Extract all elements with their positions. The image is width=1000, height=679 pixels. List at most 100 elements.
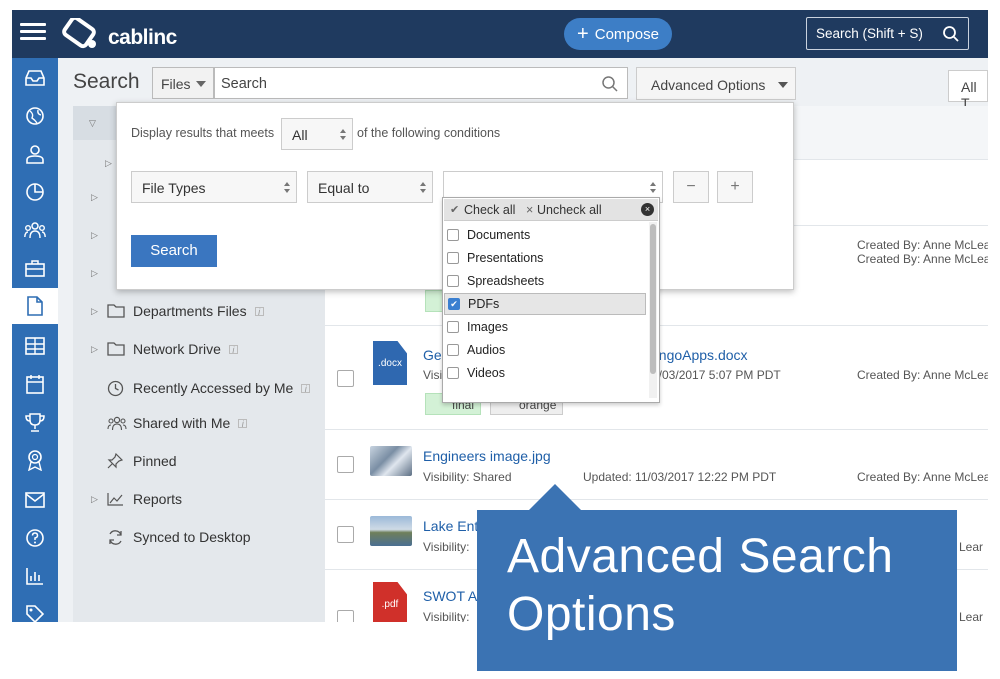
info-icon[interactable]: i <box>301 383 311 393</box>
checkbox-checked[interactable]: ✔ <box>448 298 460 310</box>
x-icon: × <box>526 203 534 217</box>
checkbox[interactable] <box>447 367 459 379</box>
callout-banner: Advanced Search Options <box>477 484 957 671</box>
expand-icon[interactable]: ▷ <box>91 344 101 355</box>
match-select[interactable]: All <box>281 118 353 150</box>
tree-item-label: Recently Accessed by Me <box>133 380 294 396</box>
visibility: Visi <box>423 368 443 382</box>
close-icon[interactable]: × <box>641 203 654 216</box>
file-name[interactable]: Engineers image.jpg <box>423 448 551 464</box>
file-name[interactable]: SWOT As <box>423 588 484 604</box>
tree-item-network-drive[interactable]: ▷ Network Drive i <box>73 334 325 364</box>
tree-item-pinned[interactable]: Pinned <box>73 446 325 476</box>
pin-icon <box>107 453 127 469</box>
tree-item-label: Synced to Desktop <box>133 529 251 545</box>
tree-item-departments[interactable]: ▷ Departments Files i <box>73 296 325 326</box>
visibility: Visibility: Shared <box>423 470 512 484</box>
calendar-icon[interactable] <box>23 372 47 396</box>
tree-item-synced[interactable]: Synced to Desktop <box>73 522 325 552</box>
checkbox[interactable] <box>447 344 459 356</box>
operator-select[interactable]: Equal to <box>307 171 433 203</box>
user-icon[interactable] <box>23 142 47 166</box>
advanced-search-button[interactable]: Search <box>131 235 217 267</box>
image-thumbnail <box>370 446 412 476</box>
checkbox[interactable] <box>447 275 459 287</box>
files-icon[interactable] <box>12 288 66 324</box>
search-input[interactable]: Search <box>214 67 628 99</box>
users-icon <box>107 416 127 431</box>
dropdown-scrollbar[interactable] <box>649 222 657 398</box>
sync-icon <box>107 529 127 546</box>
info-icon[interactable]: i <box>228 344 238 354</box>
file-type-dropdown: ✔ Check all × Uncheck all × Documents Pr… <box>442 197 660 403</box>
expand-icon[interactable]: ▷ <box>91 306 101 317</box>
option-documents[interactable]: Documents <box>444 224 646 246</box>
row-checkbox[interactable] <box>337 456 354 473</box>
briefcase-icon[interactable] <box>23 256 47 280</box>
logo-icon <box>62 15 106 50</box>
row-checkbox[interactable] <box>337 370 354 387</box>
option-images[interactable]: Images <box>444 316 646 338</box>
created-by: Created By: Anne McLear <box>857 470 988 484</box>
tree-item-label: Network Drive <box>133 341 221 357</box>
file-name-end[interactable]: angoApps.docx <box>651 347 748 363</box>
folder-icon <box>107 342 127 356</box>
tree-item-reports[interactable]: ▷ Reports <box>73 484 325 514</box>
docx-file-icon: .docx <box>373 341 407 385</box>
check-all-link[interactable]: Check all <box>464 203 515 217</box>
bar-chart-icon[interactable] <box>23 564 47 588</box>
dropdown-header: ✔ Check all × Uncheck all × <box>444 199 658 221</box>
option-videos[interactable]: Videos <box>444 362 646 384</box>
updated-date: Updated: 11/03/2017 12:22 PM PDT <box>583 470 777 484</box>
search-icon[interactable] <box>601 75 619 93</box>
tree-item-recent[interactable]: Recently Accessed by Me i <box>73 373 325 403</box>
checkbox[interactable] <box>447 229 459 241</box>
visibility: Visibility: <box>423 610 470 622</box>
created-by: Lear <box>959 610 984 622</box>
all-types-select[interactable]: All T <box>948 70 988 111</box>
global-search-input[interactable]: Search (Shift + S) <box>806 17 969 50</box>
row-checkbox[interactable] <box>337 610 354 622</box>
inbox-icon[interactable] <box>23 66 47 90</box>
expand-icon[interactable]: ▷ <box>91 494 101 505</box>
remove-condition-button[interactable]: − <box>673 171 709 203</box>
option-audios[interactable]: Audios <box>444 339 646 361</box>
option-presentations[interactable]: Presentations <box>444 247 646 269</box>
info-icon[interactable]: i <box>254 306 264 316</box>
search-icon[interactable] <box>942 25 960 43</box>
checkbox[interactable] <box>447 252 459 264</box>
mail-icon[interactable] <box>23 488 47 512</box>
table-icon[interactable] <box>23 334 47 358</box>
add-condition-button[interactable]: + <box>717 171 753 203</box>
info-icon[interactable]: i <box>238 418 248 428</box>
created-by: Created By: Anne McLear <box>857 252 988 266</box>
check-icon: ✔ <box>450 204 460 216</box>
callout-text: Advanced Search Options <box>507 530 894 641</box>
pie-chart-icon[interactable] <box>23 180 47 204</box>
compose-button[interactable]: + Compose <box>564 18 672 50</box>
tree-item-shared[interactable]: Shared with Me i <box>73 408 325 438</box>
option-pdfs[interactable]: ✔ PDFs <box>444 293 646 315</box>
team-icon[interactable] <box>23 218 47 242</box>
file-name[interactable]: Lake Ent <box>423 518 478 534</box>
field-select[interactable]: File Types <box>131 171 297 203</box>
logo-text: cablinc <box>108 26 177 49</box>
uncheck-all-link[interactable]: Uncheck all <box>537 203 602 217</box>
row-checkbox[interactable] <box>337 526 354 543</box>
logo[interactable]: cablinc <box>62 15 177 52</box>
menu-icon[interactable] <box>20 23 46 45</box>
option-spreadsheets[interactable]: Spreadsheets <box>444 270 646 292</box>
table-row[interactable]: Engineers image.jpg Visibility: Shared U… <box>325 430 988 500</box>
search-scope-select[interactable]: Files <box>152 67 214 99</box>
trophy-icon[interactable] <box>23 410 47 434</box>
image-thumbnail <box>370 516 412 546</box>
globe-icon[interactable] <box>23 104 47 128</box>
file-name[interactable]: Ge <box>423 347 442 363</box>
tag-icon[interactable] <box>23 602 47 622</box>
compose-label: Compose <box>594 25 659 43</box>
advanced-options-button[interactable]: Advanced Options <box>636 67 796 100</box>
award-icon[interactable] <box>23 448 47 472</box>
checkbox[interactable] <box>447 321 459 333</box>
visibility: Visibility: <box>423 540 470 554</box>
help-icon[interactable] <box>23 526 47 550</box>
